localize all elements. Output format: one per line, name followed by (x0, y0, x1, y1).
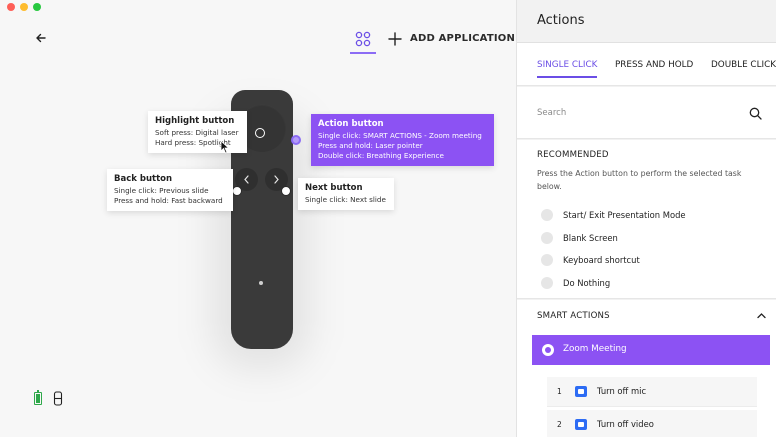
actions-panel: Actions SINGLE CLICK PRESS AND HOLD DOUB… (516, 0, 776, 437)
minimize-window-button[interactable] (20, 3, 28, 11)
action-tooltip: Action button Single click: SMART ACTION… (311, 114, 494, 166)
apps-tab-indicator (350, 52, 376, 54)
tooltip-title: Back button (114, 174, 173, 184)
tooltip-line: Soft press: Digital laser (155, 128, 239, 137)
tab-double-click[interactable]: DOUBLE CLICK (711, 60, 776, 70)
tooltip-title: Highlight button (155, 116, 235, 126)
smart-action-zoom-meeting[interactable]: Zoom Meeting (532, 335, 770, 365)
radio-icon[interactable] (541, 277, 553, 289)
action-tabs: SINGLE CLICK PRESS AND HOLD DOUBLE CLICK (517, 43, 776, 86)
back-tooltip: Back button Single click: Previous slide… (107, 169, 233, 211)
tooltip-line: Press and hold: Laser pointer (318, 141, 423, 150)
close-window-button[interactable] (7, 3, 15, 11)
radio-icon[interactable] (541, 254, 553, 266)
tab-press-and-hold[interactable]: PRESS AND HOLD (615, 60, 693, 70)
tooltip-line: Single click: Previous slide (114, 186, 209, 195)
active-tab-indicator (537, 76, 597, 78)
device-view: ADD APPLICATION Highlight button Soft pr… (0, 0, 516, 437)
option-keyboard-shortcut[interactable]: Keyboard shortcut (541, 254, 640, 266)
zoom-icon (575, 386, 587, 397)
tooltip-line: Single click: SMART ACTIONS - Zoom meeti… (318, 131, 482, 140)
mouse-cursor-icon (220, 140, 230, 154)
smart-action-step[interactable]: 2 Turn off video (547, 410, 757, 437)
zoom-icon (575, 419, 587, 430)
smart-actions-section: SMART ACTIONS Zoom Meeting 1 Turn off mi… (517, 300, 776, 437)
option-label: Keyboard shortcut (563, 255, 640, 265)
apps-grid-icon[interactable] (355, 31, 371, 47)
next-hotspot[interactable] (281, 186, 291, 196)
option-do-nothing[interactable]: Do Nothing (541, 277, 610, 289)
next-tooltip: Next button Single click: Next slide (298, 178, 394, 210)
recommended-description: Press the Action button to perform the s… (537, 169, 742, 191)
plus-icon[interactable] (388, 32, 402, 46)
chevron-up-icon[interactable] (757, 312, 766, 319)
back-hotspot[interactable] (232, 186, 242, 196)
option-label: Do Nothing (563, 278, 611, 288)
option-label: Blank Screen (563, 233, 618, 243)
panel-header: Actions (517, 0, 776, 43)
step-number: 1 (557, 387, 562, 396)
action-hotspot[interactable] (291, 135, 301, 145)
step-label: Turn off mic (597, 386, 647, 396)
smart-action-label: Zoom Meeting (563, 344, 627, 354)
receiver-icon[interactable] (52, 391, 64, 406)
tooltip-title: Action button (318, 119, 384, 129)
back-arrow-icon[interactable] (33, 30, 49, 46)
option-presentation-mode[interactable]: Start/ Exit Presentation Mode (541, 209, 686, 221)
option-blank-screen[interactable]: Blank Screen (541, 232, 618, 244)
tooltip-line: Double click: Breathing Experience (318, 151, 444, 160)
indicator-light (259, 281, 263, 285)
add-application-button[interactable]: ADD APPLICATION (410, 33, 515, 44)
search-input[interactable] (537, 105, 737, 121)
radio-selected-icon[interactable] (542, 344, 554, 356)
tooltip-line: Single click: Next slide (305, 195, 386, 204)
tab-single-click[interactable]: SINGLE CLICK (537, 60, 597, 70)
maximize-window-button[interactable] (33, 3, 41, 11)
battery-icon (34, 390, 42, 405)
radio-icon[interactable] (541, 232, 553, 244)
step-label: Turn off video (597, 419, 654, 429)
smart-action-step[interactable]: 1 Turn off mic (547, 377, 757, 407)
window-controls (7, 3, 41, 11)
highlight-hotspot[interactable] (255, 128, 265, 138)
tooltip-title: Next button (305, 183, 363, 193)
option-label: Start/ Exit Presentation Mode (563, 210, 686, 220)
smart-actions-title[interactable]: SMART ACTIONS (537, 311, 610, 321)
step-number: 2 (557, 420, 562, 429)
search-icon[interactable] (749, 107, 762, 120)
search-bar (517, 87, 776, 139)
tooltip-line: Press and hold: Fast backward (114, 196, 223, 205)
panel-title: Actions (537, 13, 585, 28)
highlight-tooltip: Highlight button Soft press: Digital las… (148, 111, 247, 153)
recommended-title: RECOMMENDED (537, 150, 609, 160)
recommended-section: RECOMMENDED Press the Action button to p… (517, 140, 776, 299)
radio-icon[interactable] (541, 209, 553, 221)
